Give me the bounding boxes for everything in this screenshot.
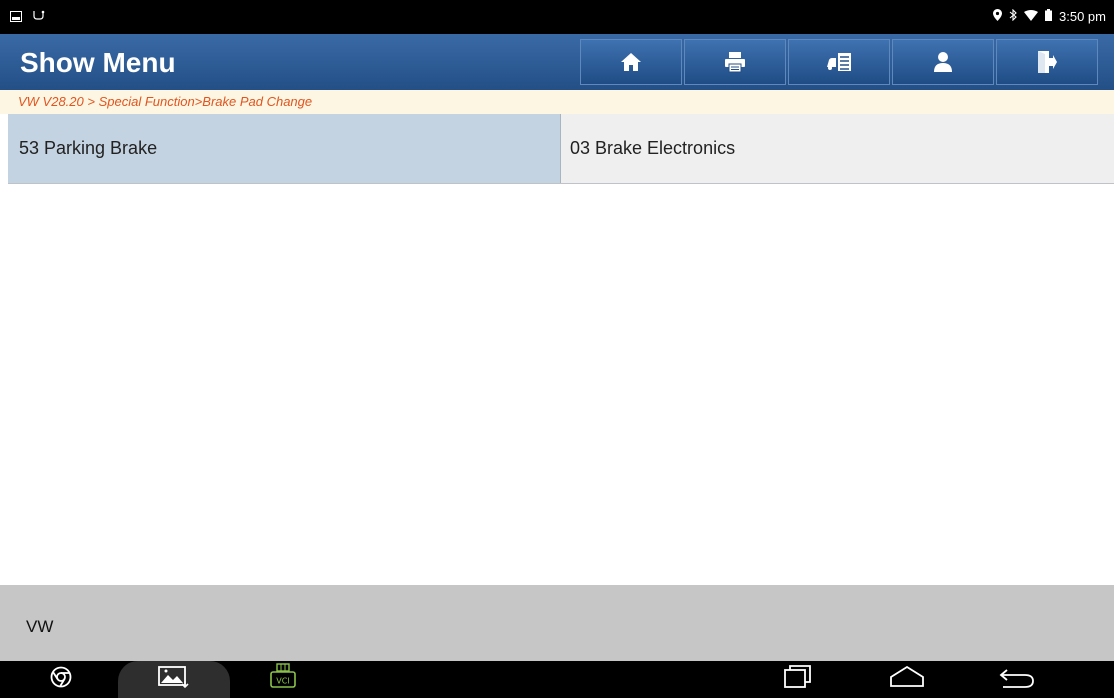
vci-icon: VCI (268, 663, 298, 696)
function-menu: 53 Parking Brake 03 Brake Electronics (8, 114, 1114, 184)
back-button[interactable] (997, 661, 1037, 698)
recents-button[interactable] (781, 661, 815, 698)
exit-icon (1037, 50, 1057, 74)
status-left (10, 9, 46, 27)
vehicle-info-button[interactable] (788, 39, 890, 85)
usb-debug-icon (32, 9, 46, 27)
back-icon (999, 666, 1035, 693)
header-toolbar (580, 39, 1098, 85)
status-right: 3:50 pm (993, 8, 1106, 24)
vci-label: VCI (276, 677, 289, 686)
chrome-button[interactable] (48, 661, 74, 698)
chrome-icon (50, 666, 72, 693)
location-icon (993, 9, 1003, 24)
navigation-bar: VCI (0, 661, 1114, 698)
page-title: Show Menu (20, 47, 176, 78)
home-button[interactable] (580, 39, 682, 85)
vci-button[interactable]: VCI (266, 661, 300, 698)
recents-icon (783, 665, 813, 694)
app-header: Show Menu (0, 34, 1114, 90)
exit-button[interactable] (996, 39, 1098, 85)
breadcrumb: VW V28.20 > Special Function>Brake Pad C… (0, 90, 1114, 114)
menu-item-parking-brake[interactable]: 53 Parking Brake (8, 114, 561, 183)
gallery-icon (158, 665, 190, 694)
battery-icon (1045, 9, 1053, 24)
status-time: 3:50 pm (1059, 9, 1106, 24)
home-icon (620, 52, 642, 72)
menu-item-brake-electronics[interactable]: 03 Brake Electronics (561, 114, 1114, 183)
bluetooth-icon (1009, 8, 1017, 24)
wifi-icon (1024, 9, 1039, 24)
gallery-button[interactable] (157, 661, 191, 698)
status-bar: 3:50 pm (0, 0, 1114, 34)
vehicle-info-icon (826, 51, 852, 73)
user-icon (933, 51, 953, 73)
print-button[interactable] (684, 39, 786, 85)
menu-item-label: 03 Brake Electronics (570, 138, 736, 158)
footer-bar: VW (0, 585, 1114, 661)
home-nav-icon (889, 665, 925, 693)
app-screen: 3:50 pm Show Menu VW V28.20 > Special Fu… (0, 0, 1114, 698)
vehicle-brand-label: VW (26, 617, 54, 636)
image-icon (10, 9, 22, 27)
print-icon (724, 51, 746, 73)
menu-item-label: 53 Parking Brake (19, 138, 158, 158)
home-nav-button[interactable] (887, 661, 927, 698)
user-button[interactable] (892, 39, 994, 85)
